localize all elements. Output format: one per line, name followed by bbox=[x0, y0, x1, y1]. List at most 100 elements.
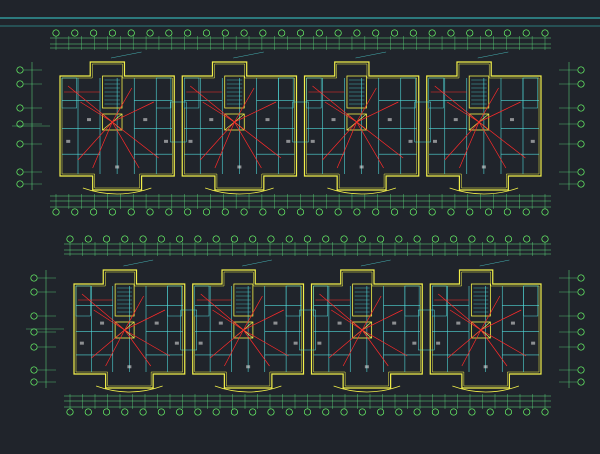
axis-bubble-top bbox=[139, 235, 147, 243]
axis-bubble-top bbox=[322, 235, 330, 243]
axis-bubble-bottom bbox=[212, 408, 220, 416]
axis-bubble-top bbox=[334, 29, 342, 37]
axis-bubble-top bbox=[71, 29, 79, 37]
room-label-mark bbox=[174, 341, 179, 345]
axis-bubble-right bbox=[577, 104, 585, 112]
room-label-mark bbox=[188, 139, 193, 143]
axis-bubble-bottom bbox=[315, 208, 323, 216]
axis-bubble-bottom bbox=[340, 408, 348, 416]
axis-bubble-left bbox=[30, 343, 38, 351]
room-label-mark bbox=[310, 139, 315, 143]
room-label-mark bbox=[408, 139, 413, 143]
corridor-link bbox=[292, 101, 309, 143]
axis-bubble-bottom bbox=[165, 208, 173, 216]
wire-run bbox=[361, 309, 403, 331]
axis-bubble-bottom bbox=[221, 208, 229, 216]
room-label-mark bbox=[143, 118, 148, 122]
axis-bubble-bottom bbox=[259, 208, 267, 216]
room-label-mark bbox=[317, 341, 322, 345]
axis-bubble-top bbox=[202, 29, 211, 37]
axis-bubble-bottom bbox=[334, 208, 342, 216]
annotation-leader bbox=[123, 259, 154, 267]
room-label-mark bbox=[456, 321, 461, 325]
wire-run bbox=[124, 309, 166, 331]
axis-bubble-top bbox=[146, 29, 154, 37]
wire-run bbox=[478, 101, 521, 123]
room-label-mark bbox=[453, 118, 458, 122]
wire-run bbox=[112, 121, 159, 159]
axis-bubble-right bbox=[577, 378, 585, 386]
axis-bubble-top bbox=[184, 29, 192, 37]
axis-bubble-top bbox=[121, 235, 129, 243]
axis-bubble-top bbox=[522, 29, 530, 37]
wire-run bbox=[480, 309, 522, 331]
wire-run bbox=[324, 101, 357, 123]
cad-drawing-canvas bbox=[0, 0, 600, 450]
axis-bubble-left bbox=[16, 80, 24, 88]
interior-partitions bbox=[194, 285, 302, 372]
bathroom-outline bbox=[400, 77, 416, 109]
wire-run bbox=[80, 101, 113, 123]
wire-run bbox=[91, 329, 125, 359]
wire-run bbox=[243, 329, 289, 357]
axis-bubble-top bbox=[390, 29, 399, 37]
axis-bubble-top bbox=[395, 235, 403, 243]
wire-run bbox=[243, 329, 270, 367]
axis-bubble-bottom bbox=[447, 208, 455, 216]
wire-run bbox=[243, 309, 284, 331]
axis-bubble-top bbox=[315, 29, 323, 37]
axis-bubble-top bbox=[221, 29, 229, 37]
axis-bubble-bottom bbox=[230, 408, 238, 416]
axis-bubble-left bbox=[16, 66, 24, 74]
axis-bubble-top bbox=[176, 235, 184, 243]
wire-run bbox=[478, 121, 507, 169]
wire-run bbox=[328, 329, 363, 359]
bathroom-outline bbox=[75, 285, 91, 317]
axis-bubble-bottom bbox=[184, 208, 192, 216]
axis-bubble-left bbox=[16, 140, 24, 148]
room-label-mark bbox=[209, 118, 214, 122]
axis-bubble-bottom bbox=[486, 408, 494, 416]
axis-bubble-right bbox=[577, 343, 585, 351]
axis-bubble-top bbox=[447, 29, 455, 37]
floor-plan-upper bbox=[12, 29, 585, 216]
room-label-mark bbox=[510, 321, 515, 325]
wire-run bbox=[209, 329, 244, 359]
axis-bubble-bottom bbox=[428, 208, 436, 216]
interior-partitions bbox=[432, 285, 539, 372]
axis-bubble-top bbox=[466, 29, 474, 37]
axis-bubble-bottom bbox=[541, 408, 549, 416]
axis-bubble-bottom bbox=[194, 408, 202, 416]
corridor-link bbox=[170, 101, 187, 143]
axis-bubble-bottom bbox=[240, 208, 248, 216]
room-label-mark bbox=[127, 365, 132, 369]
axis-bubble-top bbox=[127, 29, 135, 37]
axis-bubble-bottom bbox=[176, 408, 184, 416]
bathroom-outline bbox=[155, 77, 172, 109]
axis-bubble-bottom bbox=[353, 208, 361, 216]
axis-bubble-bottom bbox=[485, 208, 493, 216]
axis-bubble-left bbox=[30, 312, 38, 320]
axis-bubble-top bbox=[102, 235, 111, 243]
wire-run bbox=[212, 309, 244, 331]
room-label-mark bbox=[483, 365, 488, 369]
floor-plan-lower bbox=[26, 235, 585, 416]
bathroom-outline bbox=[167, 285, 182, 317]
axis-bubble-bottom bbox=[71, 208, 79, 216]
axis-bubble-bottom bbox=[285, 408, 293, 416]
axis-bubble-bottom bbox=[504, 408, 513, 416]
wire-run bbox=[234, 101, 277, 123]
axis-bubble-top bbox=[450, 235, 458, 243]
axis-bubble-left bbox=[30, 274, 38, 282]
room-label-mark bbox=[265, 118, 270, 122]
dwelling-unit bbox=[303, 51, 420, 195]
axis-bubble-left bbox=[16, 104, 24, 112]
axis-bubble-top bbox=[303, 235, 312, 243]
bathroom-outline bbox=[61, 77, 77, 109]
axis-bubble-right bbox=[577, 140, 585, 148]
axis-bubble-bottom bbox=[157, 408, 165, 416]
wire-run bbox=[124, 329, 152, 367]
axis-bubble-bottom bbox=[390, 208, 399, 216]
axis-bubble-bottom bbox=[450, 408, 458, 416]
room-label-mark bbox=[198, 341, 203, 345]
